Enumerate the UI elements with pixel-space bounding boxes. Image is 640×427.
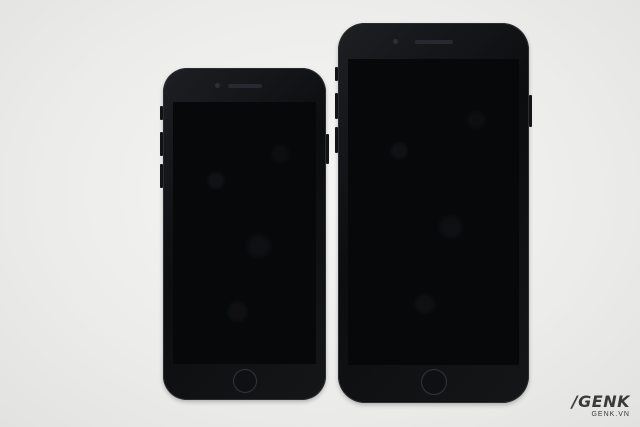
phone-small [160,68,329,400]
watermark: /GENK GENK.VN [572,394,630,419]
power-button [529,95,532,127]
watermark-logo: /GENK [571,392,630,411]
mute-switch [160,106,163,120]
volume-down-button [335,127,338,153]
earpiece [227,84,262,88]
phone-large [335,23,532,403]
screen [173,102,316,364]
watermark-url: GENK.VN [591,411,630,418]
screen [348,59,519,365]
power-button [326,134,329,164]
front-camera [215,83,220,88]
volume-up-button [335,93,338,119]
earpiece [414,40,453,44]
volume-up-button [160,132,163,156]
mute-switch [335,67,338,81]
volume-down-button [160,164,163,188]
home-button [420,369,447,395]
front-camera [393,39,398,44]
home-button [232,369,257,393]
